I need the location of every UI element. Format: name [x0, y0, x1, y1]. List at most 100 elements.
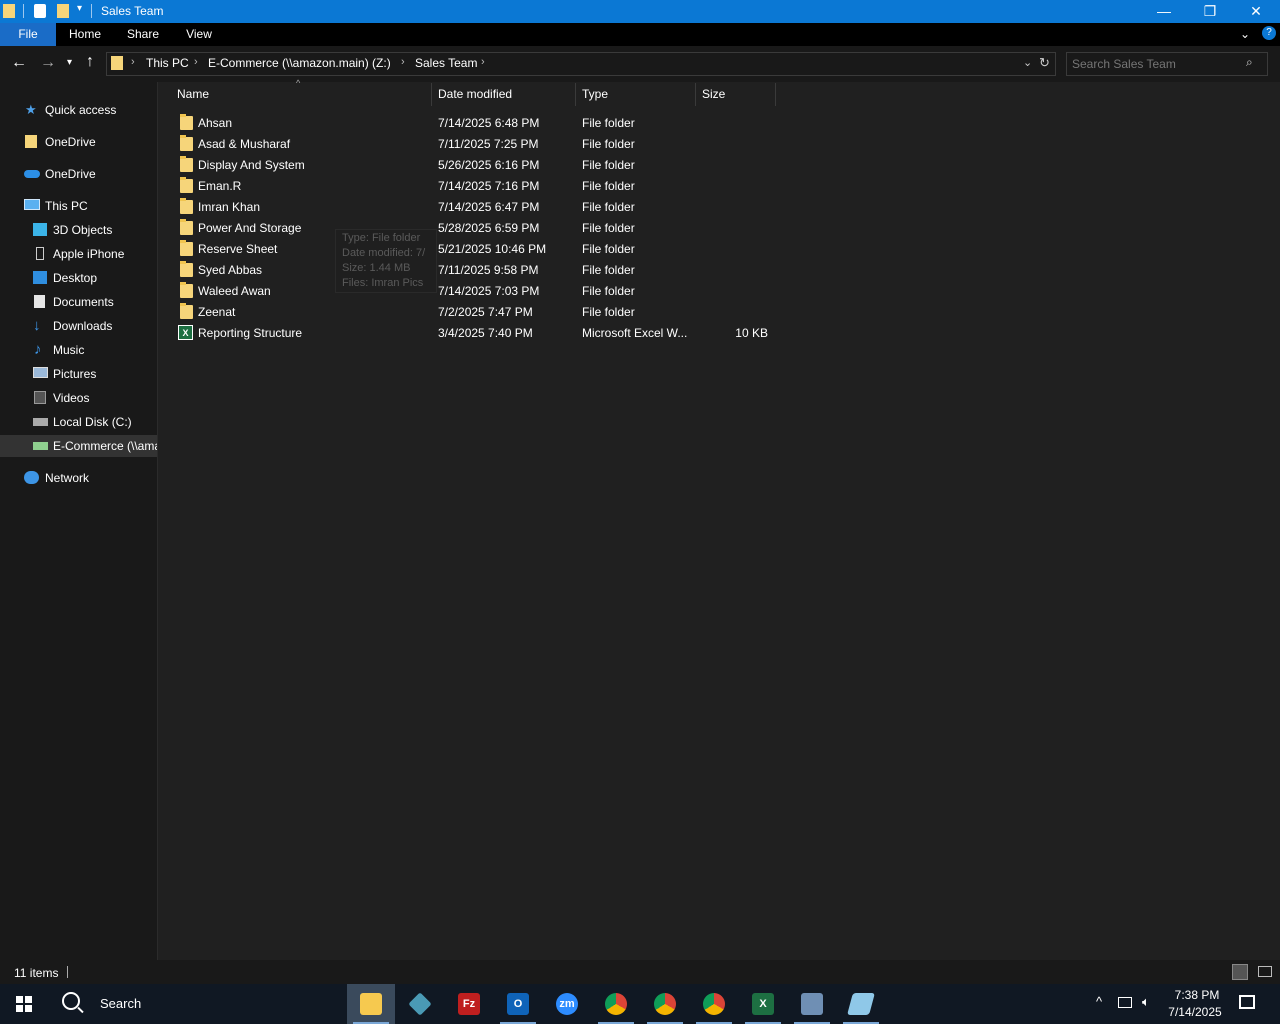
tab-view[interactable]: View [176, 23, 222, 46]
details-view-icon[interactable] [1232, 964, 1248, 980]
sidebar-item-network[interactable]: Network [0, 467, 157, 489]
folder-icon [180, 156, 193, 172]
file-row[interactable]: Waleed Awan 7/14/2025 7:03 PM File folder [170, 281, 780, 302]
refresh-icon[interactable]: ↻ [1039, 55, 1050, 71]
taskbar-search-label: Search [100, 996, 142, 1011]
volume-icon[interactable]: 🔈︎ [1142, 994, 1150, 1010]
taskbar-notepad[interactable] [837, 984, 885, 1024]
sidebar-item-label: Local Disk (C:) [53, 415, 132, 429]
tab-file[interactable]: File [0, 23, 56, 46]
show-hidden-icons-icon[interactable]: ^ [1096, 994, 1102, 1009]
sidebar-item-local-disk[interactable]: Local Disk (C:) [0, 411, 157, 433]
forward-icon[interactable]: → [40, 54, 56, 72]
search-icon[interactable]: ⌕ [1246, 55, 1253, 70]
video-icon [34, 391, 46, 404]
taskbar-excel[interactable]: X [739, 984, 787, 1024]
customize-toolbar-icon[interactable]: ▾ [77, 3, 82, 14]
tab-home[interactable]: Home [60, 23, 110, 46]
column-header-type[interactable]: Type [582, 87, 608, 101]
folder-icon [180, 198, 193, 214]
help-icon[interactable]: ? [1262, 26, 1276, 40]
file-row[interactable]: Eman.R 7/14/2025 7:16 PM File folder [170, 176, 780, 197]
taskbar-chrome-1[interactable] [592, 984, 640, 1024]
file-row[interactable]: Display And System 5/26/2025 6:16 PM File … [170, 155, 780, 176]
breadcrumb-drive[interactable]: E-Commerce (\\amazon.main) (Z:) [208, 56, 391, 70]
sidebar-item-onedrive-personal[interactable]: OneDrive [0, 131, 157, 153]
file-row[interactable]: Power And Storage 5/28/2025 6:59 PM File f… [170, 218, 780, 239]
divider [67, 966, 68, 978]
sidebar-item-network-drive[interactable]: E-Commerce (\\amazon.main) (Z:) [0, 435, 157, 457]
column-header-size[interactable]: Size [702, 87, 725, 101]
column-divider[interactable] [695, 83, 696, 106]
file-row[interactable]: Syed Abbas 7/11/2025 9:58 PM File folder [170, 260, 780, 281]
breadcrumb-sales-team[interactable]: Sales Team [415, 56, 477, 70]
clock-time[interactable]: 7:38 PM [1168, 988, 1226, 1002]
filezilla-icon: Fz [458, 993, 480, 1015]
sidebar-item-label: This PC [45, 199, 88, 213]
back-icon[interactable]: ← [11, 54, 27, 72]
taskbar-chrome-2[interactable] [641, 984, 689, 1024]
file-row[interactable]: Zeenat 7/2/2025 7:47 PM File folder [170, 302, 780, 323]
new-folder-icon[interactable] [57, 4, 69, 18]
taskbar-outlook[interactable]: O [494, 984, 542, 1024]
desktop-icon [33, 271, 47, 284]
sidebar-item-desktop[interactable]: Desktop [0, 267, 157, 289]
sidebar-item-apple-iphone[interactable]: Apple iPhone [0, 243, 157, 265]
file-date: 7/14/2025 6:47 PM [438, 200, 540, 214]
sidebar-item-this-pc[interactable]: This PC [0, 195, 157, 217]
clock-date[interactable]: 7/14/2025 [1164, 1005, 1226, 1019]
recent-locations-icon[interactable]: ▾ [67, 57, 72, 68]
column-header-date[interactable]: Date modified [438, 87, 512, 101]
taskbar-calculator[interactable] [788, 984, 836, 1024]
breadcrumb-this-pc[interactable]: This PC [146, 56, 189, 70]
taskbar-filezilla[interactable]: Fz [445, 984, 493, 1024]
taskbar-app-diamond[interactable] [396, 984, 444, 1024]
expand-ribbon-icon[interactable]: ⌄ [1240, 27, 1250, 41]
taskbar-zoom[interactable]: zm [543, 984, 591, 1024]
star-icon: ★ [25, 102, 37, 117]
taskbar-search[interactable]: Search [48, 984, 346, 1024]
divider [23, 4, 24, 18]
file-row[interactable]: Imran Khan 7/14/2025 6:47 PM File folder [170, 197, 780, 218]
column-divider[interactable] [775, 83, 776, 106]
chevron-right-icon: › [131, 56, 135, 68]
sidebar-item-label: 3D Objects [53, 223, 113, 237]
up-icon[interactable]: ↑ [86, 53, 94, 71]
sidebar-item-quick-access[interactable]: ★ Quick access [0, 99, 157, 121]
column-divider[interactable] [431, 83, 432, 106]
maximize-button[interactable]: ❐ [1187, 0, 1233, 23]
file-type: File folder [582, 284, 635, 298]
network-status-icon[interactable] [1118, 997, 1132, 1008]
sidebar-item-music[interactable]: ♪ Music [0, 339, 157, 361]
taskbar-file-explorer[interactable] [347, 984, 395, 1024]
search-input[interactable] [1070, 55, 1244, 73]
tab-share[interactable]: Share [118, 23, 168, 46]
tooltip-line: Files: Imran Pics [342, 277, 424, 289]
file-name: Ahsan [198, 116, 233, 130]
address-history-icon[interactable]: ⌄ [1023, 56, 1032, 69]
notifications-icon[interactable] [1239, 995, 1255, 1009]
large-icons-view-icon[interactable] [1258, 966, 1272, 977]
start-button[interactable] [0, 984, 48, 1024]
taskbar-chrome-3[interactable] [690, 984, 738, 1024]
column-divider[interactable] [575, 83, 576, 106]
close-button[interactable]: ✕ [1233, 0, 1279, 23]
sidebar-item-3d-objects[interactable]: 3D Objects [0, 219, 157, 241]
file-name: Syed Abbas [198, 263, 263, 277]
sidebar-item-videos[interactable]: Videos [0, 387, 157, 409]
file-row[interactable]: Ahsan 7/14/2025 6:48 PM File folder [170, 113, 780, 134]
sidebar-item-documents[interactable]: Documents [0, 291, 157, 313]
properties-icon[interactable] [34, 4, 46, 18]
network-icon [24, 471, 39, 484]
file-row[interactable]: Reserve Sheet 5/21/2025 10:46 PM File fold… [170, 239, 780, 260]
sidebar-item-pictures[interactable]: Pictures [0, 363, 157, 385]
title-bar [0, 0, 1280, 23]
file-row[interactable]: Asad & Musharaf 7/11/2025 7:25 PM File fol… [170, 134, 780, 155]
sidebar-item-downloads[interactable]: ↓ Downloads [0, 315, 157, 337]
file-name: Asad & Musharaf [198, 137, 291, 151]
minimize-button[interactable]: — [1141, 0, 1187, 23]
file-row[interactable]: X Reporting Structure 3/4/2025 7:40 PM Micr… [170, 323, 780, 344]
sidebar-item-onedrive[interactable]: OneDrive [0, 163, 157, 185]
file-type: File folder [582, 200, 635, 214]
column-header-name[interactable]: Name [177, 87, 209, 101]
